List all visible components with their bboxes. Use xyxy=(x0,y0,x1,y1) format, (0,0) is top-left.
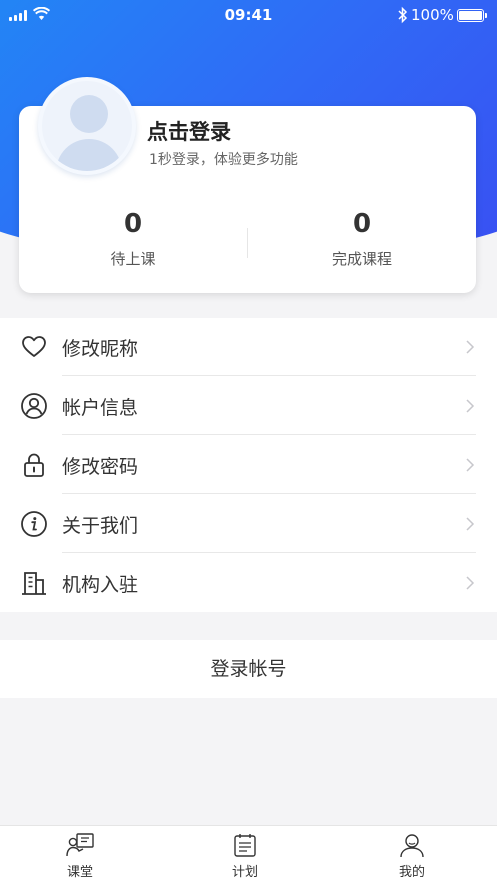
login-account-button[interactable]: 登录帐号 xyxy=(0,640,497,698)
avatar[interactable] xyxy=(38,77,136,175)
settings-menu: 修改昵称 帐户信息 修改密码 关于我们 机构入驻 xyxy=(0,318,497,612)
chevron-right-icon xyxy=(466,340,475,354)
tab-classroom[interactable]: 课堂 xyxy=(40,832,120,880)
stat-value: 0 xyxy=(123,209,143,239)
tab-label: 我的 xyxy=(398,865,425,880)
stat-pending-classes[interactable]: 0 待上课 xyxy=(33,208,233,269)
login-subtitle: 1秒登录，体验更多功能 xyxy=(149,152,298,168)
chevron-right-icon xyxy=(466,458,475,472)
profile-icon xyxy=(400,834,424,858)
calendar-icon xyxy=(234,834,256,857)
battery-icon xyxy=(457,9,487,22)
menu-item-label: 关于我们 xyxy=(62,515,139,537)
tab-mine[interactable]: 我的 xyxy=(372,832,452,880)
classroom-icon xyxy=(66,833,94,857)
menu-item-label: 帐户信息 xyxy=(62,397,139,419)
divider xyxy=(62,552,476,553)
bluetooth-icon xyxy=(398,6,408,24)
divider xyxy=(62,434,476,435)
stat-divider xyxy=(247,228,248,258)
tab-plan[interactable]: 计划 xyxy=(205,832,285,880)
divider xyxy=(62,493,476,494)
stat-value: 0 xyxy=(352,209,372,239)
stat-label: 待上课 xyxy=(110,250,156,268)
menu-item-label: 机构入驻 xyxy=(62,574,139,596)
avatar-head xyxy=(70,95,108,133)
menu-item-change-password[interactable]: 修改密码 xyxy=(0,436,497,494)
login-title[interactable]: 点击登录 xyxy=(147,116,231,146)
chevron-right-icon xyxy=(466,576,475,590)
tab-label: 计划 xyxy=(231,865,258,880)
heart-icon xyxy=(22,336,46,357)
menu-item-about-us[interactable]: 关于我们 xyxy=(0,495,497,553)
tab-bar: 课堂 计划 我的 xyxy=(0,825,497,883)
battery-percent: 100% xyxy=(411,6,454,24)
chevron-right-icon xyxy=(466,517,475,531)
stat-completed-courses[interactable]: 0 完成课程 xyxy=(262,208,462,269)
user-circle-icon xyxy=(21,393,47,419)
lock-icon xyxy=(24,453,44,477)
divider xyxy=(62,375,476,376)
building-icon xyxy=(22,572,46,595)
menu-item-label: 修改密码 xyxy=(62,456,139,478)
menu-item-institution-join[interactable]: 机构入驻 xyxy=(0,554,497,612)
status-bar: 09:41 100% xyxy=(0,0,497,30)
menu-item-edit-nickname[interactable]: 修改昵称 xyxy=(0,318,497,376)
menu-item-account-info[interactable]: 帐户信息 xyxy=(0,377,497,435)
chevron-right-icon xyxy=(466,399,475,413)
tab-label: 课堂 xyxy=(66,865,93,880)
avatar-body xyxy=(56,139,122,171)
menu-item-label: 修改昵称 xyxy=(62,338,139,360)
info-icon xyxy=(21,511,47,537)
stat-label: 完成课程 xyxy=(331,250,392,268)
